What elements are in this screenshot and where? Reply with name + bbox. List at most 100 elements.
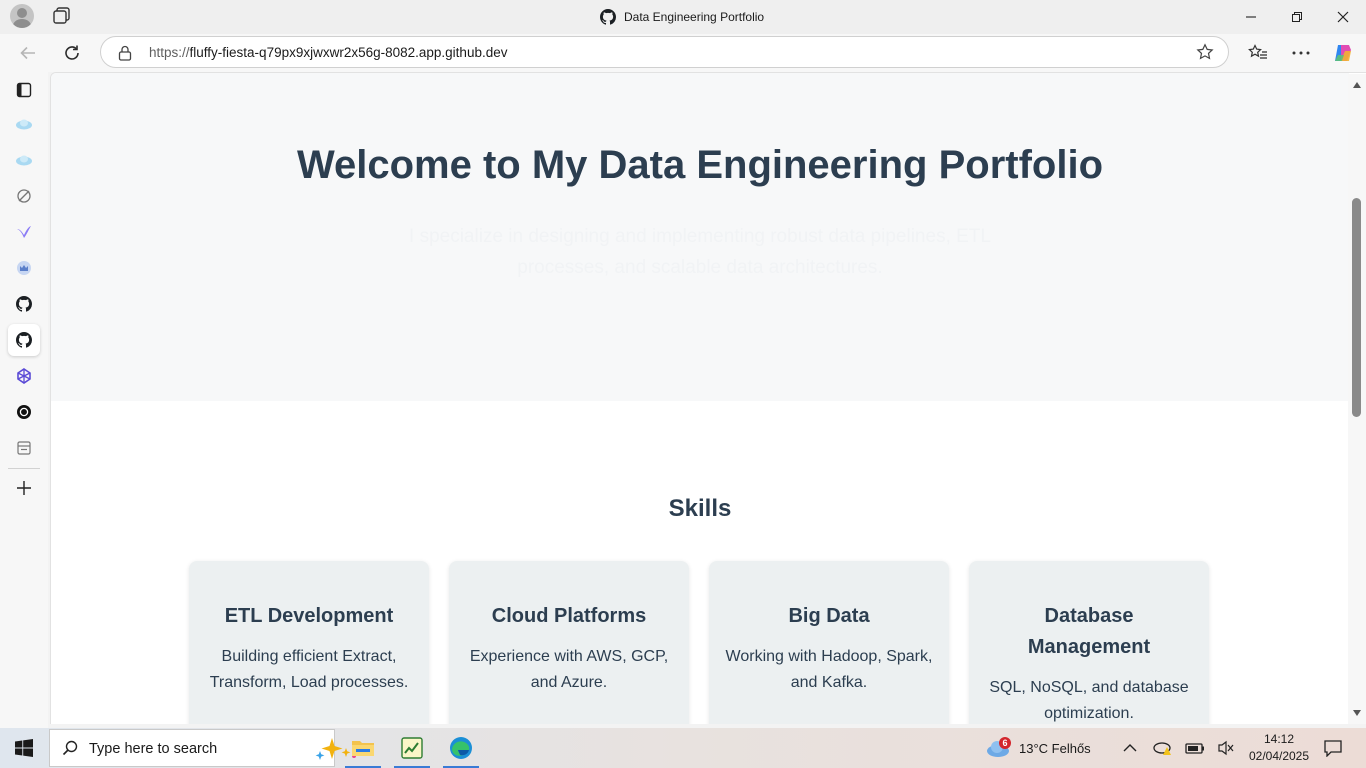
- sidebar-chatgpt[interactable]: [8, 396, 40, 428]
- perplexity-icon: [17, 368, 31, 384]
- start-button[interactable]: [0, 728, 48, 768]
- taskbar-edge[interactable]: [439, 728, 483, 768]
- clock-date: 02/04/2025: [1248, 749, 1310, 763]
- battery-plug-icon: [1185, 743, 1204, 754]
- refresh-icon: [65, 45, 79, 60]
- skill-card-text: Working with Hadoop, Spark, and Kafka.: [725, 648, 933, 691]
- taskbar-file-explorer[interactable]: [341, 728, 385, 768]
- skill-card: Database Management SQL, NoSQL, and data…: [969, 561, 1209, 724]
- skill-card-text: Experience with AWS, GCP, and Azure.: [469, 648, 669, 691]
- page-scrollbar[interactable]: [1348, 74, 1366, 724]
- close-icon: [1337, 11, 1349, 23]
- onedrive-warning-icon: [1153, 742, 1171, 755]
- github-icon: [16, 296, 32, 312]
- lock-icon[interactable]: [118, 45, 132, 61]
- tab-actions-icon: [16, 82, 32, 98]
- search-placeholder: Type here to search: [89, 741, 218, 757]
- chevron-up-icon: [1123, 744, 1137, 752]
- window-title-text: Data Engineering Portfolio: [624, 10, 765, 24]
- restore-icon: [1292, 12, 1302, 22]
- scrollbar-thumb[interactable]: [1352, 198, 1361, 417]
- browser-titlebar: Data Engineering Portfolio: [0, 0, 1366, 34]
- add-icon: [17, 481, 31, 495]
- close-button[interactable]: [1320, 0, 1366, 34]
- weather-text: 13°C Felhős: [1019, 740, 1091, 756]
- workspaces-icon[interactable]: [52, 6, 72, 26]
- browser-toolbar: https://fluffy-fiesta-q79px9xjwxwr2x56g-…: [0, 34, 1366, 72]
- hero-section: Welcome to My Data Engineering Portfolio…: [51, 73, 1349, 401]
- skill-card-title: Big Data: [788, 605, 870, 627]
- clock-time: 14:12: [1263, 732, 1295, 746]
- sidebar-cloud-2[interactable]: [8, 144, 40, 176]
- taskbar-search-box[interactable]: Type here to search: [49, 729, 356, 767]
- crown-icon: [17, 261, 31, 275]
- scroll-up-arrow-icon[interactable]: [1353, 82, 1361, 88]
- sidebar-github-2[interactable]: [8, 324, 40, 356]
- web-page: Welcome to My Data Engineering Portfolio…: [50, 72, 1366, 724]
- compass-icon: [17, 189, 31, 203]
- sidebar-perplexity[interactable]: [8, 360, 40, 392]
- skills-title: Skills: [668, 495, 732, 522]
- back-button[interactable]: [12, 38, 44, 68]
- favorites-list-icon: [1248, 44, 1267, 59]
- taskbar-app-green[interactable]: [390, 728, 434, 768]
- sidebar-tab-actions[interactable]: [8, 74, 40, 106]
- windows-taskbar: Type here to search 13°C Felhős 6 14:12 …: [0, 728, 1366, 768]
- more-options-button[interactable]: [1285, 38, 1317, 68]
- search-icon: [62, 740, 78, 756]
- sidebar-github-1[interactable]: [8, 288, 40, 320]
- notes-icon: [17, 441, 31, 455]
- sidebar-crown[interactable]: [8, 252, 40, 284]
- url-text[interactable]: https://fluffy-fiesta-q79px9xjwxwr2x56g-…: [149, 45, 507, 60]
- sidebar-compass[interactable]: [8, 180, 40, 212]
- sidebar-add-button[interactable]: [8, 472, 40, 504]
- edge-icon: [450, 737, 472, 759]
- weather-badge: 6: [999, 737, 1011, 749]
- folder-icon: [352, 741, 374, 756]
- taskbar-clock[interactable]: 14:12 02/04/2025: [1244, 731, 1314, 765]
- back-arrow-icon: [20, 46, 35, 60]
- notification-icon: [1324, 740, 1342, 757]
- skill-card: Big Data Working with Hadoop, Spark, and…: [709, 561, 949, 724]
- skill-card-text: SQL, NoSQL, and database optimization.: [989, 679, 1189, 722]
- refresh-button[interactable]: [56, 38, 88, 68]
- skill-card-title: Cloud Platforms: [491, 605, 647, 627]
- skill-card: Cloud Platforms Experience with AWS, GCP…: [449, 561, 689, 724]
- sidebar-cloud-1[interactable]: [8, 108, 40, 140]
- github-icon: [600, 9, 616, 25]
- favorites-button[interactable]: [1242, 38, 1274, 68]
- hero-title: Welcome to My Data Engineering Portfolio: [296, 143, 1103, 187]
- chart-app-icon: [401, 737, 423, 759]
- skill-card: ETL Development Building efficient Extra…: [189, 561, 429, 724]
- chatgpt-icon: [17, 405, 31, 419]
- tray-onedrive[interactable]: [1153, 728, 1173, 768]
- tray-battery[interactable]: [1185, 728, 1205, 768]
- skill-card-title: Database Management: [1027, 605, 1151, 658]
- gemini-icon: [17, 226, 31, 238]
- cloud-icon: [16, 155, 32, 166]
- skill-card-text: Building efficient Extract, Transform, L…: [209, 648, 409, 691]
- github-icon: [16, 332, 32, 348]
- copilot-button[interactable]: [1327, 38, 1359, 68]
- edge-sidebar: [0, 72, 48, 728]
- tray-chevron-button[interactable]: [1123, 728, 1137, 768]
- url-host: fluffy-fiesta-q79px9xjwxwr2x56g-8082.app…: [189, 45, 508, 60]
- address-bar[interactable]: https://fluffy-fiesta-q79px9xjwxwr2x56g-…: [100, 36, 1229, 68]
- sidebar-gemini[interactable]: [8, 216, 40, 248]
- minimize-button[interactable]: [1228, 0, 1274, 34]
- profile-avatar-icon[interactable]: [10, 4, 34, 28]
- hero-text: I specialize in designing and implementi…: [409, 226, 991, 278]
- volume-muted-icon: [1218, 740, 1234, 756]
- sidebar-divider: [8, 468, 40, 469]
- favorite-star-icon[interactable]: [1196, 43, 1214, 61]
- window-title: Data Engineering Portfolio: [600, 7, 764, 27]
- sidebar-notes[interactable]: [8, 432, 40, 464]
- scroll-down-arrow-icon[interactable]: [1353, 710, 1361, 716]
- copilot-icon: [1335, 45, 1351, 61]
- restore-button[interactable]: [1274, 0, 1320, 34]
- skill-card-title: ETL Development: [224, 605, 394, 627]
- notification-button[interactable]: [1323, 728, 1343, 768]
- cloud-icon: [16, 119, 32, 130]
- minimize-icon: [1246, 16, 1256, 18]
- tray-volume[interactable]: [1217, 728, 1235, 768]
